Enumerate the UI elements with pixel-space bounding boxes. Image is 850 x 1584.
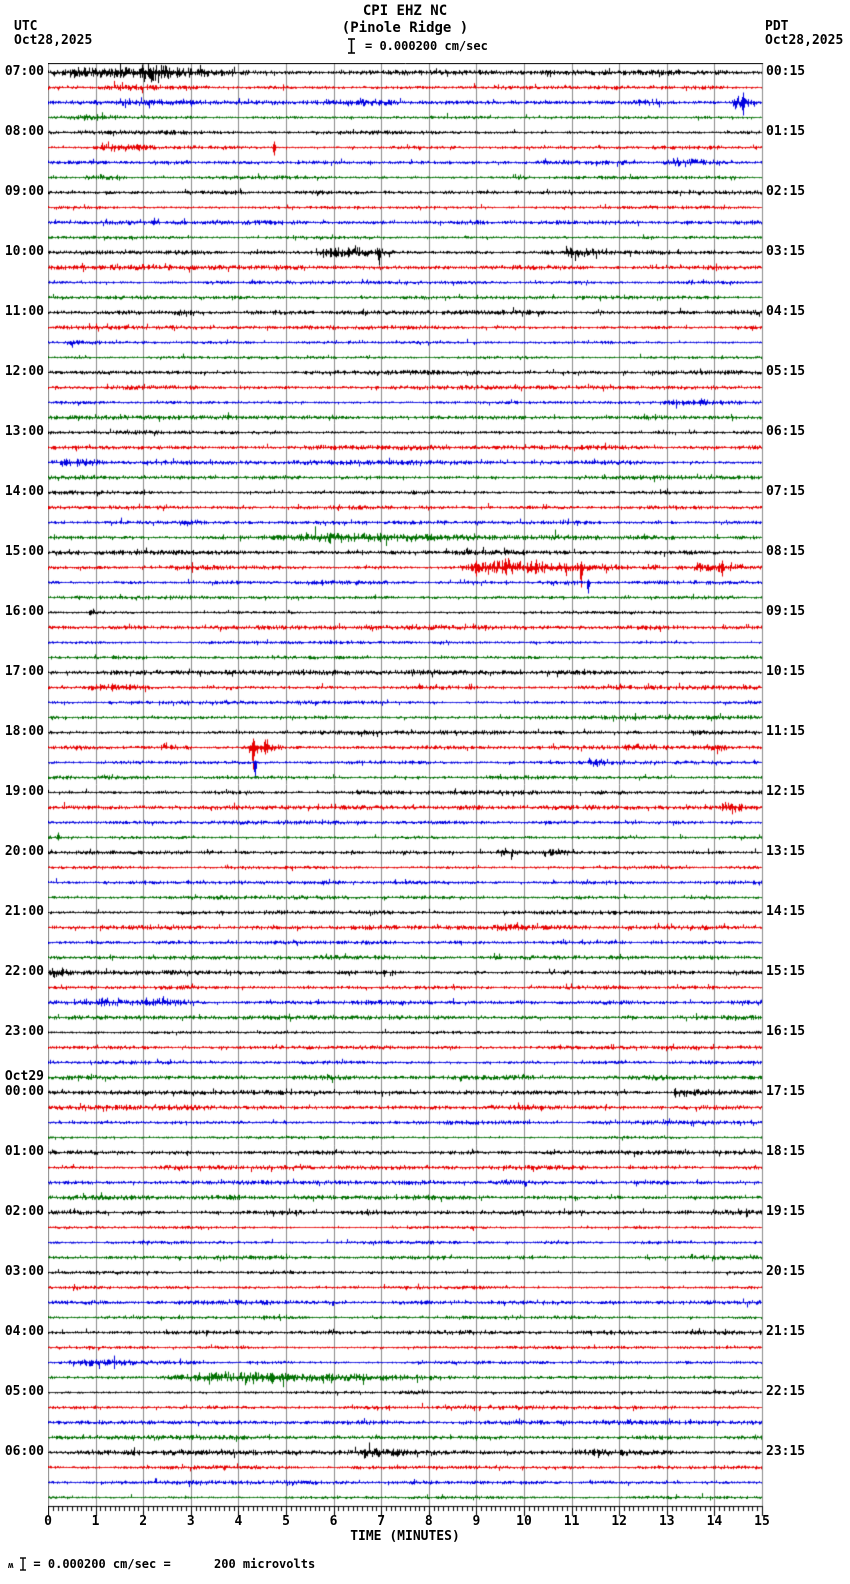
pdt-hour-label: 19:15 [766, 1204, 806, 1219]
wave-glyph: ʍ [8, 1561, 14, 1571]
pdt-hour-label: 20:15 [766, 1264, 806, 1279]
utc-hour-label: 05:00 [4, 1384, 44, 1399]
pdt-hour-label: 15:15 [766, 964, 806, 979]
pdt-hour-label: 12:15 [766, 784, 806, 799]
footnote-text: = 0.000200 cm/sec = 200 microvolts [33, 1556, 316, 1571]
axis-tick-label: 7 [377, 1514, 386, 1529]
utc-hour-label: 09:00 [4, 184, 44, 199]
utc-hour-label: 12:00 [4, 364, 44, 379]
webicorder-page: CPI EHZ NC (Pinole Ridge ) = 0.000200 cm… [0, 0, 850, 1584]
pdt-hour-label: 22:15 [766, 1384, 806, 1399]
pdt-hour-label: 18:15 [766, 1144, 806, 1159]
pdt-hour-label: 01:15 [766, 124, 806, 139]
pdt-hour-label: 07:15 [766, 484, 806, 499]
pdt-hour-label: 04:15 [766, 304, 806, 319]
pdt-hour-label: 16:15 [766, 1024, 806, 1039]
pdt-hour-label: 10:15 [766, 664, 806, 679]
utc-hour-label: 07:00 [4, 64, 44, 79]
utc-hour-label: 06:00 [4, 1444, 44, 1459]
pdt-hour-label: 13:15 [766, 844, 806, 859]
station-location: (Pinole Ridge ) [341, 20, 469, 36]
utc-hour-label: 03:00 [4, 1264, 44, 1279]
utc-hour-label: 18:00 [4, 724, 44, 739]
axis-tick-label: 13 [658, 1514, 675, 1529]
pdt-hour-labels: 00:15 01:15 02:15 03:15 04:15 05:15 06:15 07:15… [766, 0, 846, 1584]
helicorder-plot [48, 63, 764, 1525]
utc-hour-label: 02:00 [4, 1204, 44, 1219]
station-title: CPI EHZ NC [362, 3, 448, 19]
utc-hour-label: 15:00 [4, 544, 44, 559]
utc-hour-label: 13:00 [4, 424, 44, 439]
pdt-hour-label: 21:15 [766, 1324, 806, 1339]
scale-indicator: = 0.000200 cm/sec [347, 38, 488, 54]
utc-hour-label: 16:00 [4, 604, 44, 619]
utc-hour-labels: 07:00 08:00 09:00 10:00 11:00 12:00 13:00 14:00… [0, 0, 45, 1584]
axis-tick-label: 11 [563, 1514, 580, 1529]
axis-tick-label: 12 [611, 1514, 628, 1529]
utc-hour-label: 20:00 [4, 844, 44, 859]
axis-tick-label: 15 [754, 1514, 770, 1529]
pdt-hour-label: 05:15 [766, 364, 806, 379]
axis-tick-label: 0 [44, 1514, 52, 1529]
pdt-hour-label: 14:15 [766, 904, 806, 919]
x-axis-title: TIME (MINUTES) [350, 1529, 460, 1544]
scale-label: = 0.000200 cm/sec [365, 39, 488, 53]
utc-hour-label: 08:00 [4, 124, 44, 139]
axis-tick-label: 8 [424, 1514, 433, 1529]
scale-footnote: ʍ = 0.000200 cm/sec = 200 microvolts [8, 1556, 315, 1571]
utc-hour-label: 22:00 [4, 964, 44, 979]
scale-bar-small-icon [20, 1556, 27, 1571]
pdt-hour-label: 08:15 [766, 544, 806, 559]
pdt-hour-label: 17:15 [766, 1084, 806, 1099]
pdt-hour-label: 00:15 [766, 64, 806, 79]
utc-hour-label: 21:00 [4, 904, 44, 919]
pdt-hour-label: 02:15 [766, 184, 806, 199]
axis-tick-label: 14 [706, 1514, 723, 1529]
title-block: CPI EHZ NC (Pinole Ridge ) [48, 3, 762, 37]
axis-tick-label: 10 [516, 1514, 532, 1529]
axis-tick-label: 6 [329, 1514, 338, 1529]
utc-hour-label: 00:00 [4, 1084, 44, 1099]
pdt-hour-label: 06:15 [766, 424, 806, 439]
pdt-hour-label: 09:15 [766, 604, 806, 619]
utc-hour-label: 14:00 [4, 484, 44, 499]
axis-tick-label: 2 [139, 1514, 148, 1529]
axis-tick-label: 3 [186, 1514, 195, 1529]
axis-tick-label: 4 [234, 1514, 243, 1529]
utc-hour-label: 10:00 [4, 244, 44, 259]
utc-hour-label: 17:00 [4, 664, 44, 679]
utc-hour-label: 01:00 [4, 1144, 44, 1159]
scale-bar-icon [348, 38, 355, 54]
utc-hour-label: 19:00 [4, 784, 44, 799]
utc-hour-label: 04:00 [4, 1324, 44, 1339]
utc-hour-label: 23:00 [4, 1024, 44, 1039]
axis-tick-label: 1 [91, 1514, 100, 1529]
pdt-hour-label: 11:15 [766, 724, 806, 739]
date-break-label: Oct29 [4, 1069, 44, 1084]
pdt-hour-label: 23:15 [766, 1444, 806, 1459]
axis-tick-label: 5 [282, 1514, 290, 1529]
pdt-hour-label: 03:15 [766, 244, 806, 259]
axis-tick-label: 9 [472, 1514, 481, 1529]
utc-hour-label: 11:00 [4, 304, 44, 319]
